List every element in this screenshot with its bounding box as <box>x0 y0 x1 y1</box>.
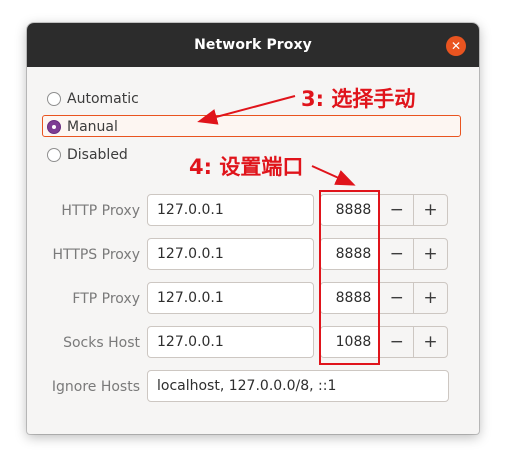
annotation-overlay <box>197 95 380 365</box>
annotation-port-highlight-box <box>319 190 380 365</box>
annotation-arrow-step3 <box>197 95 296 125</box>
annotation-arrow-step4 <box>311 165 356 186</box>
